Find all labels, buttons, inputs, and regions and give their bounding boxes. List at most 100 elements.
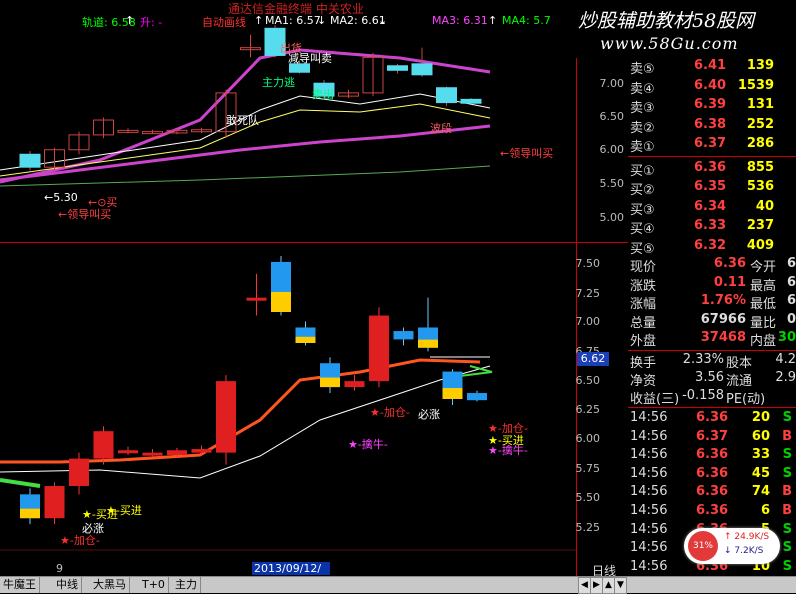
sell-level[interactable]: 卖④ 6.40 1539 <box>628 78 796 98</box>
tick-row[interactable]: 14:56 6.36 6 B <box>628 503 796 522</box>
candle-body <box>246 297 267 301</box>
candle-body <box>467 393 487 401</box>
green-segment <box>459 365 493 377</box>
panel-divider <box>0 242 628 243</box>
sell-level[interactable]: 卖② 6.38 252 <box>628 117 796 137</box>
quote-row: 总量 67966 量比 0 <box>630 311 796 331</box>
buy-level[interactable]: 买④ 6.33 237 <box>628 218 796 238</box>
level-label: 卖① <box>630 140 655 155</box>
signal-label: ★-加仓- <box>370 406 410 419</box>
quote-row: 净资 3.56 流通 2.9 <box>630 370 796 389</box>
sell-level[interactable]: 卖③ 6.39 131 <box>628 97 796 117</box>
download-speed: ↓ 7.2K/S <box>724 546 764 556</box>
level-volume: 131 <box>746 97 774 112</box>
sell-level[interactable]: 卖⑤ 6.41 139 <box>628 58 796 78</box>
quote-row: 涨跌 0.11 最高 6 <box>630 274 796 294</box>
level-label: 买④ <box>630 222 655 237</box>
level-price: 6.38 <box>694 116 727 132</box>
candle-body <box>216 381 236 453</box>
candle-body <box>118 450 138 454</box>
candle-body <box>344 381 365 388</box>
legend-item: ↓ <box>317 14 327 27</box>
signal-label: ←领导叫买 <box>500 147 554 160</box>
level-volume: 536 <box>746 179 774 194</box>
legend-item: ↑ <box>125 14 135 27</box>
level-price: 6.35 <box>694 179 727 194</box>
bottom-tab[interactable]: 牛魔王 <box>0 577 40 593</box>
candle-body <box>393 331 414 340</box>
signal-label: 主力逃 <box>262 76 295 89</box>
level-label: 卖③ <box>630 101 655 116</box>
lower-axis-tick: 7.00 <box>575 315 601 328</box>
level-volume: 139 <box>746 58 774 73</box>
signal-label: ←5.30 <box>44 191 78 204</box>
candle-body <box>93 431 114 459</box>
signal-label: 减导叫卖 <box>288 52 332 65</box>
candle-body <box>369 315 389 382</box>
signal-label: 波段 <box>430 122 452 135</box>
level-price: 6.41 <box>694 58 727 73</box>
buy-level[interactable]: 买⑤ 6.32 409 <box>628 238 796 258</box>
level-label: 买③ <box>630 202 655 218</box>
buy-level[interactable]: 买③ 6.34 40 <box>628 199 796 219</box>
legend-item: 自动画线 <box>202 16 246 29</box>
candle-accent <box>295 336 316 343</box>
tick-row[interactable]: 14:56 6.36 45 S <box>628 466 796 485</box>
buy-level[interactable]: 买② 6.35 536 <box>628 179 796 199</box>
candle-accent <box>320 377 340 388</box>
ma-line <box>0 124 491 182</box>
quote-row: 换手 2.33% 股本 4.2 <box>630 352 796 371</box>
tick-row[interactable]: 14:56 6.36 33 S <box>628 447 796 466</box>
lower-axis-tick: 5.25 <box>575 521 601 534</box>
upper-axis-tick: 5.50 <box>599 177 625 190</box>
bottom-tab[interactable]: T+0 <box>139 577 169 593</box>
level-price: 6.34 <box>694 198 727 214</box>
level-price: 6.33 <box>694 218 727 233</box>
candle-body <box>191 449 212 453</box>
ma-line <box>0 165 491 187</box>
level-volume: 40 <box>755 198 774 214</box>
level-volume: 286 <box>746 136 774 151</box>
bottom-tab[interactable]: 大黑马 <box>90 577 130 593</box>
level-price: 6.37 <box>694 136 727 151</box>
level-label: 买② <box>630 183 655 198</box>
signal-label: ★-买进 <box>106 504 142 517</box>
signal-label: 敢死队 <box>226 114 259 127</box>
upper-candle <box>411 63 433 76</box>
ma-line <box>0 93 491 171</box>
level-price: 6.32 <box>694 237 727 253</box>
candle-accent <box>271 291 291 312</box>
level-volume: 252 <box>746 116 774 132</box>
level-volume: 1539 <box>737 77 774 93</box>
bottom-tab-bar: 牛魔王 中线 大黑马 T+0 主力 ◀ ▶ ▲ ▼ <box>0 576 796 594</box>
signal-label: 必涨 <box>418 408 440 421</box>
upload-speed: ↑ 24.9K/S <box>724 532 770 542</box>
level-label: 买① <box>630 163 655 179</box>
tick-row[interactable]: 14:56 6.37 60 B <box>628 429 796 448</box>
legend-item: ↓ <box>378 14 388 27</box>
candle-accent <box>442 388 463 399</box>
buy-level[interactable]: 买① 6.36 855 <box>628 160 796 180</box>
tick-row[interactable]: 14:56 6.36 74 B <box>628 484 796 503</box>
level-label: 卖⑤ <box>630 62 655 77</box>
level-label: 买⑤ <box>630 241 655 257</box>
current-price-tag: 6.62 <box>577 352 609 366</box>
lower-axis-tick: 6.50 <box>575 374 601 387</box>
candle-body <box>142 452 163 456</box>
network-speed-widget[interactable]: 31% ↑ 24.9K/S ↓ 7.2K/S <box>684 528 780 564</box>
upper-candle <box>436 87 457 104</box>
candle-body <box>167 450 187 456</box>
bottom-tab[interactable]: 主力 <box>172 577 201 593</box>
quote-row: 外盘 37468 内盘 30 <box>630 330 796 349</box>
bottom-tab[interactable]: 中线 <box>53 577 82 593</box>
sell-level[interactable]: 卖① 6.37 286 <box>628 136 796 156</box>
level-price: 6.39 <box>694 97 727 112</box>
tick-row[interactable]: 14:56 6.36 20 S <box>628 410 796 429</box>
legend-item: ↑ <box>488 14 498 27</box>
legend-item: MA3: 6.31 <box>432 14 488 27</box>
scroll-arrow[interactable]: ▼ <box>614 577 627 594</box>
watermark-line1: 炒股辅助教材58股网 <box>578 10 755 32</box>
legend-item: 升: - <box>140 16 163 29</box>
legend-item: MA1: 6.57 <box>265 14 321 27</box>
lower-axis-tick: 5.50 <box>575 491 601 504</box>
